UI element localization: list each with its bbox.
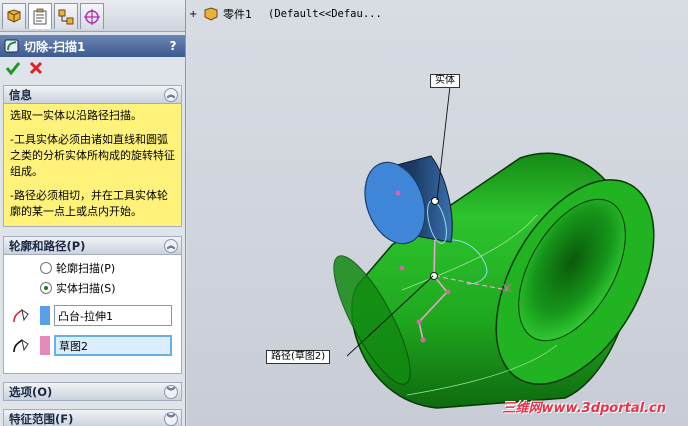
options-group-title: 选项(O) bbox=[9, 384, 53, 399]
part-name: 零件1 bbox=[223, 8, 252, 21]
cut-sweep-icon bbox=[4, 39, 19, 53]
feature-title-bar: 切除-扫描1 ? bbox=[0, 35, 185, 57]
info-line: -工具实体必须由诸如直线和圆弧之类的分析实体所构成的旋转特征组成。 bbox=[10, 133, 175, 178]
help-button[interactable]: ? bbox=[165, 39, 181, 53]
model-scene[interactable] bbox=[187, 0, 688, 426]
path-color-swatch bbox=[40, 336, 50, 355]
info-line: 选取一实体以沿路径扫描。 bbox=[10, 109, 142, 122]
cancel-button[interactable] bbox=[29, 61, 43, 79]
part-icon bbox=[204, 7, 218, 21]
profile-path-body: 轮廓扫描(P) 实体扫描(S) 凸台-拉伸1 草图2 bbox=[3, 255, 182, 374]
options-group-header[interactable]: 选项(O) ︾ bbox=[3, 382, 182, 401]
radio-label: 轮廓扫描(P) bbox=[56, 262, 116, 275]
manager-tabs bbox=[0, 0, 185, 32]
property-manager-panel: 切除-扫描1 ? 信息 ︽ 选取一实体以沿路径扫描。 -工具实体必须由诸如直线和… bbox=[0, 0, 186, 426]
solid-callout[interactable]: 实体 bbox=[430, 74, 460, 88]
tool-body-cone[interactable] bbox=[354, 154, 453, 252]
x-icon bbox=[29, 61, 43, 75]
profile-path-title: 轮廓和路径(P) bbox=[9, 238, 86, 253]
profile-select-icon bbox=[13, 308, 29, 322]
property-sheet-icon bbox=[33, 8, 47, 24]
path-select-icon bbox=[13, 338, 29, 352]
expand-chevron-icon[interactable]: ︾ bbox=[164, 384, 178, 399]
action-buttons bbox=[0, 57, 185, 83]
configuration-icon bbox=[58, 9, 74, 24]
info-group-title: 信息 bbox=[9, 87, 32, 102]
solid-sweep-option[interactable]: 实体扫描(S) bbox=[40, 280, 116, 296]
feature-scope-group-header[interactable]: 特征范围(F) ︾ bbox=[3, 409, 182, 426]
profile-path-group-header[interactable]: 轮廓和路径(P) ︽ bbox=[3, 236, 182, 255]
radio-button[interactable] bbox=[40, 262, 52, 274]
radio-label: 实体扫描(S) bbox=[56, 282, 116, 295]
expand-chevron-icon[interactable]: ︾ bbox=[164, 411, 178, 426]
ok-button[interactable] bbox=[5, 60, 21, 80]
tool-body-field[interactable]: 凸台-拉伸1 bbox=[54, 305, 172, 326]
tab-appearance-manager[interactable] bbox=[80, 3, 104, 29]
feature-tree-icon bbox=[7, 8, 21, 23]
tab-property-manager[interactable] bbox=[28, 3, 52, 29]
collapse-chevron-icon[interactable]: ︽ bbox=[164, 238, 178, 253]
profile-sweep-option[interactable]: 轮廓扫描(P) bbox=[40, 260, 115, 276]
expand-plus-icon[interactable]: + bbox=[189, 9, 199, 20]
tab-feature-manager[interactable] bbox=[2, 3, 26, 29]
tool-body-selection: 凸台-拉伸1 bbox=[10, 305, 172, 326]
path-callout[interactable]: 路径(草图2) bbox=[266, 350, 331, 364]
solid-color-swatch bbox=[40, 306, 50, 325]
checkmark-icon bbox=[5, 62, 21, 76]
info-line: -路径必须相切，并在工具实体轮廓的某一点上或点内开始。 bbox=[10, 189, 168, 218]
info-group-header[interactable]: 信息 ︽ bbox=[3, 85, 182, 104]
collapse-chevron-icon[interactable]: ︽ bbox=[164, 87, 178, 102]
feature-tree-flyout[interactable]: + 零件1 (Default<<Defau... bbox=[189, 6, 382, 22]
watermark-text: 三维网www.3dportal.cn bbox=[502, 401, 666, 416]
configuration-name: (Default<<Defau... bbox=[268, 8, 382, 20]
target-icon bbox=[84, 8, 100, 25]
tab-configuration-manager[interactable] bbox=[54, 3, 78, 29]
feature-scope-group-title: 特征范围(F) bbox=[9, 411, 74, 426]
path-selection: 草图2 bbox=[10, 335, 172, 356]
info-message-box: 选取一实体以沿路径扫描。 -工具实体必须由诸如直线和圆弧之类的分析实体所构成的旋… bbox=[3, 104, 182, 227]
feature-title: 切除-扫描1 bbox=[24, 39, 86, 54]
radio-button[interactable] bbox=[40, 282, 52, 294]
graphics-viewport[interactable]: + 零件1 (Default<<Defau... 实体 路径(草图2) 三维网w… bbox=[187, 0, 688, 426]
path-field[interactable]: 草图2 bbox=[54, 335, 172, 356]
